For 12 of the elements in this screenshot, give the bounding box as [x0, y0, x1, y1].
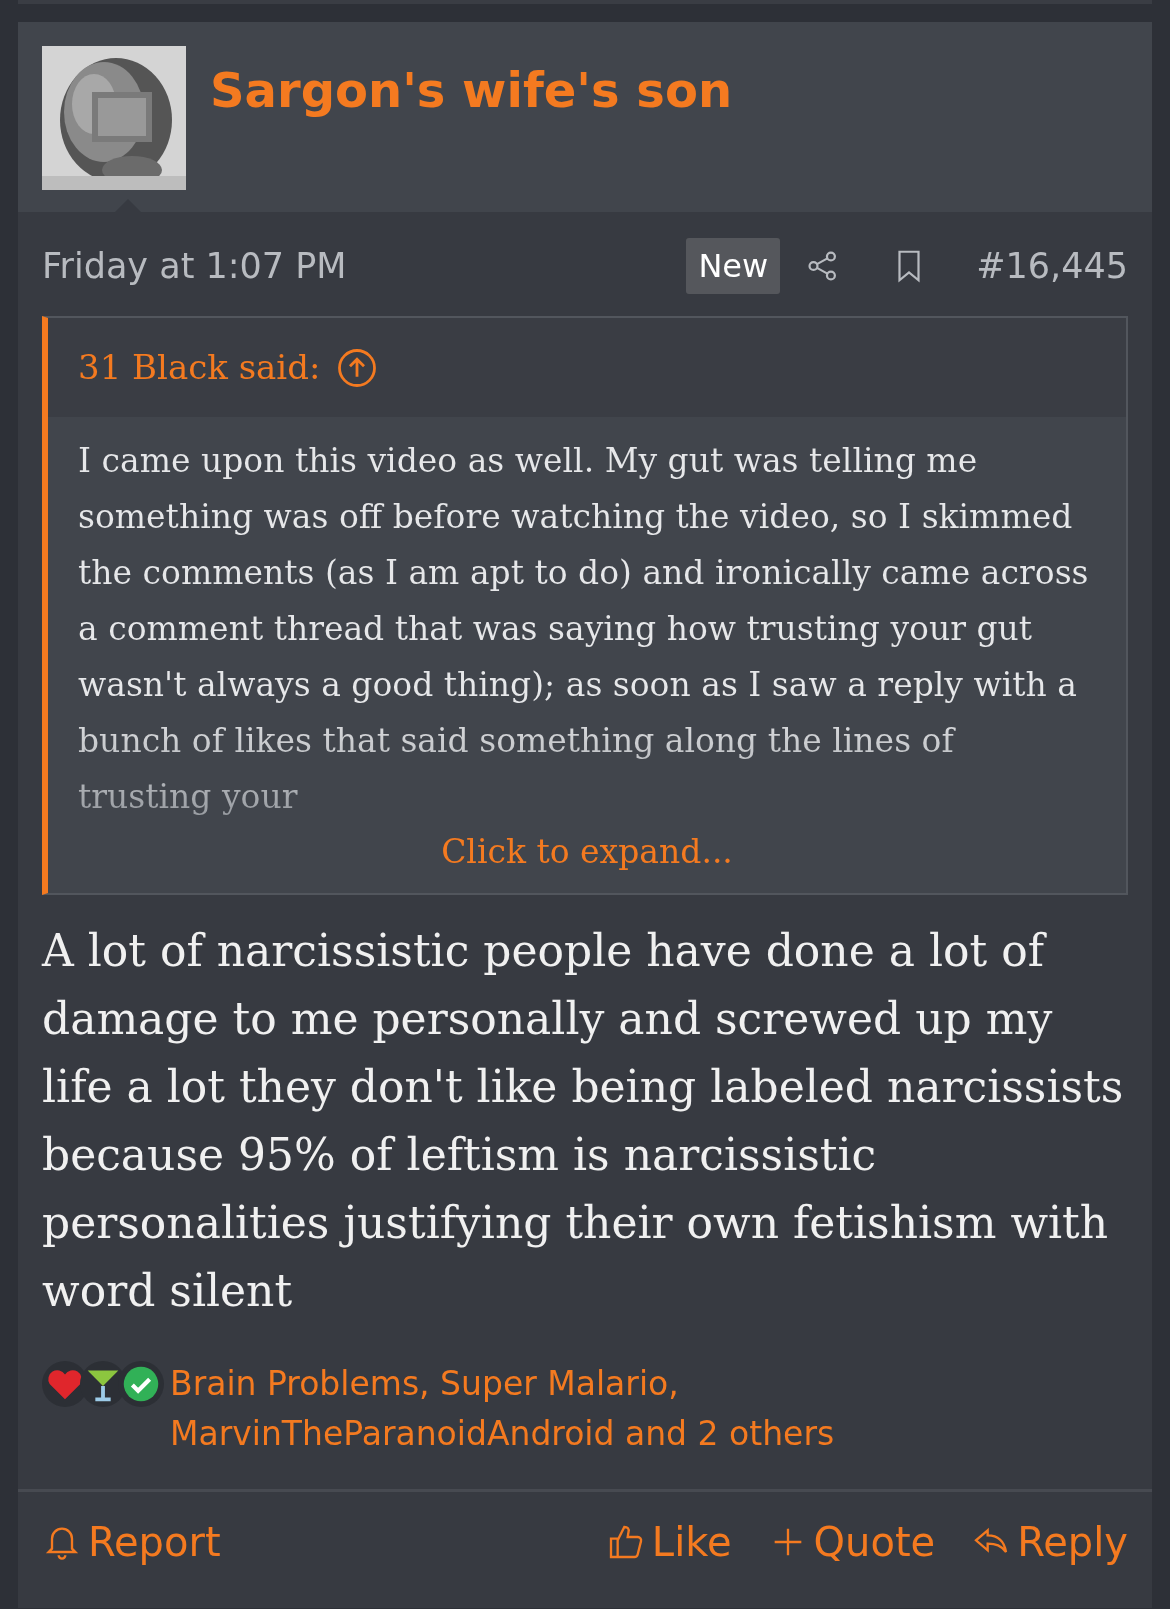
reply-button[interactable]: Reply — [971, 1511, 1128, 1572]
post-message: A lot of narcissistic people have done a lot of damage to me personally and screwed up my life a lot they don't like being labeled narcissists because 95% of leftism is narcissistic personalities justifying their own fetishism with word silent — [40, 923, 1125, 1318]
expand-link[interactable]: Click to expand... — [48, 827, 1126, 893]
quote-button[interactable]: Quote — [767, 1511, 936, 1572]
like-button[interactable]: Like — [605, 1511, 732, 1572]
post-date[interactable]: Friday at 1:07 PM — [42, 239, 347, 293]
post-number[interactable]: #16,445 — [976, 239, 1128, 293]
new-badge: New — [686, 238, 781, 294]
quote-attribution[interactable]: 31 Black said: — [78, 342, 321, 393]
reaction-list[interactable]: Brain Problems, Super Malario, MarvinTheParanoidAndroid and 2 others — [170, 1358, 1128, 1459]
report-button[interactable]: Report — [42, 1511, 221, 1572]
arrow-up-icon[interactable] — [336, 346, 379, 389]
